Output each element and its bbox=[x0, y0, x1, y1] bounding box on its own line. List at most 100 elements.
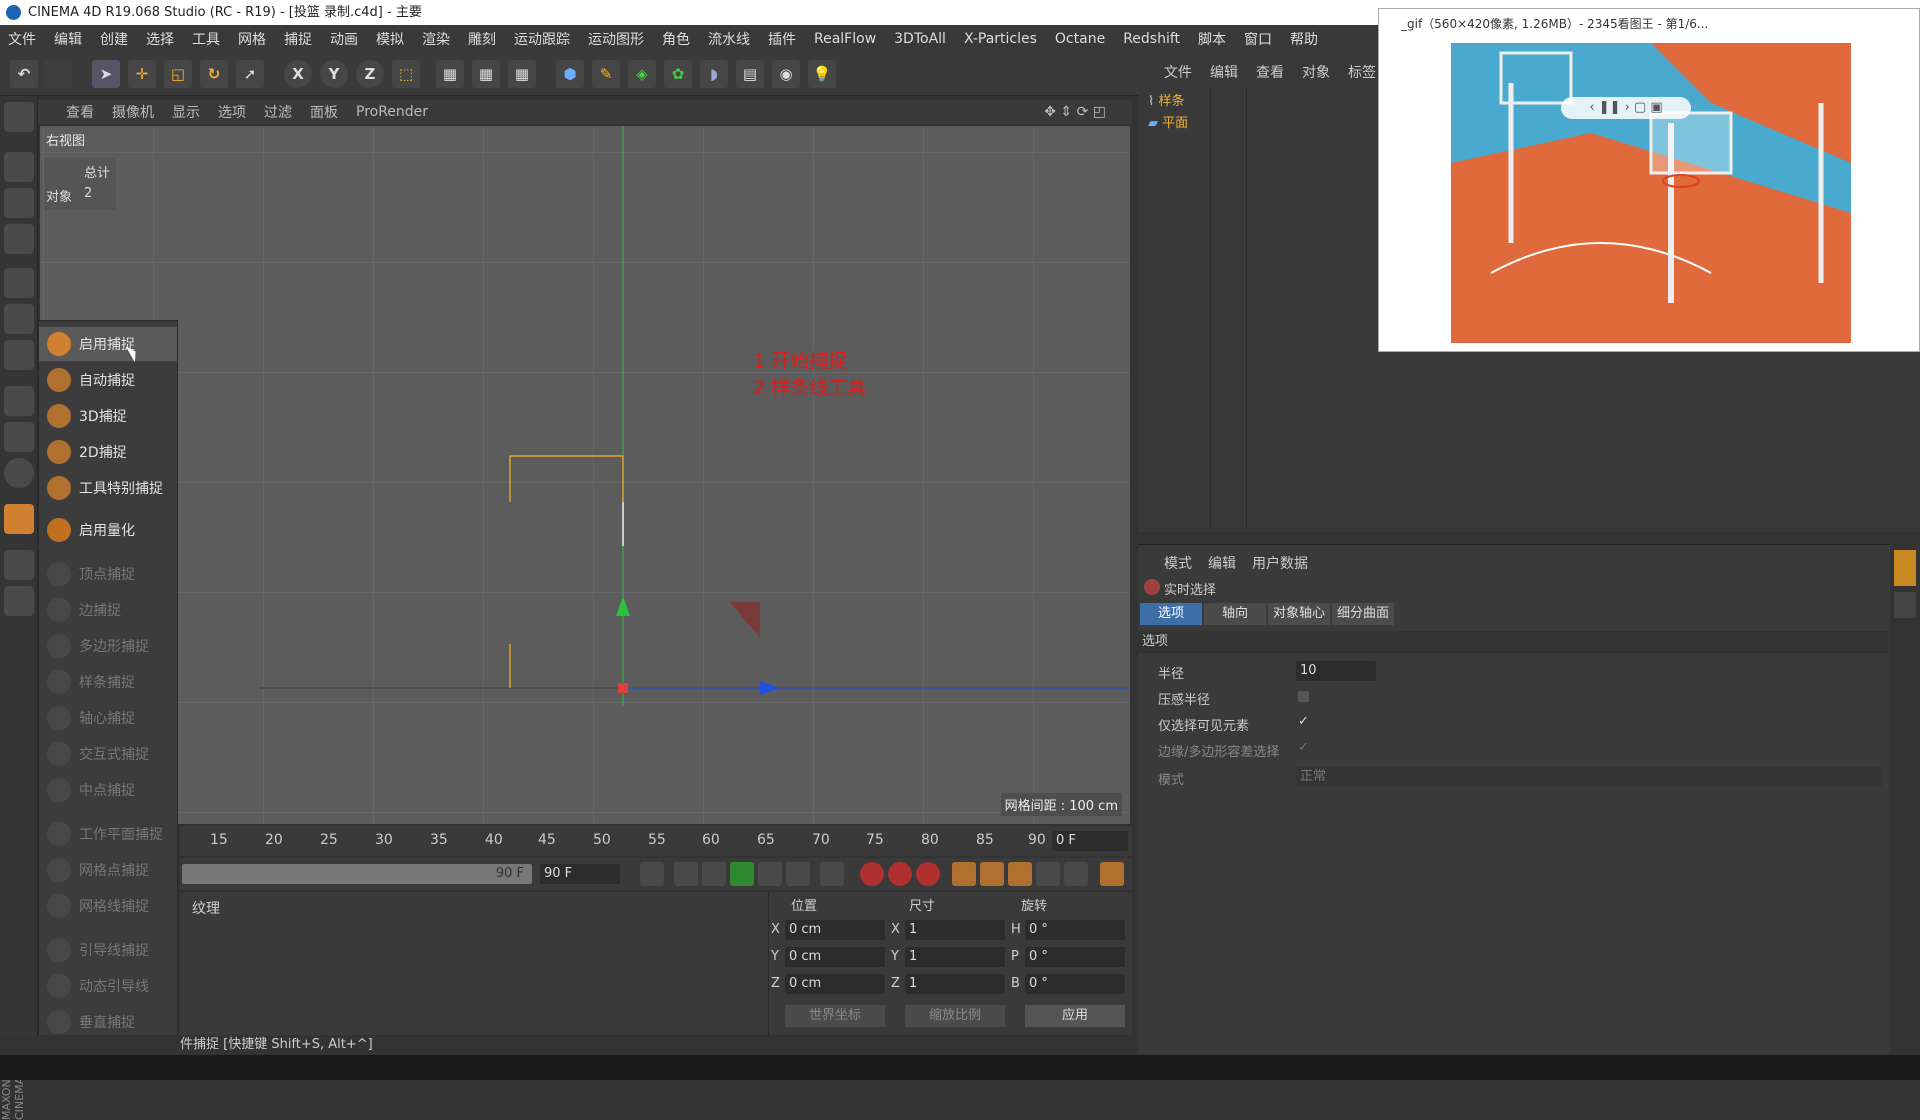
mode-dropdown[interactable]: 正常 bbox=[1296, 767, 1882, 787]
object-row-plane[interactable]: ▰ 平面 bbox=[1148, 112, 1288, 132]
viewport-menu-cameras[interactable]: 摄像机 bbox=[112, 102, 154, 122]
next-key-icon[interactable] bbox=[786, 862, 810, 886]
menu-help[interactable]: 帮助 bbox=[1290, 29, 1318, 49]
snap-item-grid-point[interactable]: 网格点捕捉 bbox=[39, 853, 177, 887]
next-frame-icon[interactable] bbox=[758, 862, 782, 886]
attr-menu-userdata[interactable]: 用户数据 bbox=[1252, 553, 1308, 573]
keyframe-selection-icon[interactable] bbox=[916, 862, 940, 886]
snap-item-polygon[interactable]: 多边形捕捉 bbox=[39, 629, 177, 663]
menu-render[interactable]: 渲染 bbox=[422, 29, 450, 49]
snap-item-axis[interactable]: 轴心捕捉 bbox=[39, 701, 177, 735]
menu-animate[interactable]: 动画 bbox=[330, 29, 358, 49]
y-axis-lock-button[interactable]: Y bbox=[320, 60, 348, 88]
timeline-window-icon[interactable] bbox=[1100, 862, 1124, 886]
mograph-cloner-icon[interactable]: ✿ bbox=[664, 60, 692, 88]
viewport-menu-panel[interactable]: 面板 bbox=[310, 102, 338, 122]
make-editable-icon[interactable] bbox=[4, 102, 34, 132]
snap-item-tool[interactable]: 工具特别捕捉 bbox=[39, 471, 177, 505]
undo-icon[interactable]: ↶ bbox=[10, 60, 38, 88]
menu-redshift[interactable]: Redshift bbox=[1123, 31, 1180, 47]
lock-workplane-icon[interactable] bbox=[4, 586, 34, 616]
snap-item-auto[interactable]: 自动捕捉 bbox=[39, 363, 177, 397]
attributes-side-tab[interactable] bbox=[1894, 550, 1916, 586]
current-frame-field[interactable]: 0 F bbox=[1052, 831, 1128, 851]
menu-edit[interactable]: 编辑 bbox=[54, 29, 82, 49]
snap-item-workplane[interactable]: 工作平面捕捉 bbox=[39, 817, 177, 851]
menu-tools[interactable]: 工具 bbox=[192, 29, 220, 49]
viewport-menu-options[interactable]: 选项 bbox=[218, 102, 246, 122]
snap-item-3d[interactable]: 3D捕捉 bbox=[39, 399, 177, 433]
x-axis-lock-button[interactable]: X bbox=[284, 60, 312, 88]
layers-side-tab[interactable] bbox=[1894, 592, 1916, 618]
render-view-icon[interactable]: ▦ bbox=[436, 60, 464, 88]
workplane-icon[interactable] bbox=[4, 550, 34, 580]
scale-tool-icon[interactable]: ◱ bbox=[164, 60, 192, 88]
snap-item-quantize[interactable]: 启用量化 bbox=[39, 513, 177, 547]
scale-dropdown[interactable]: 缩放比例 bbox=[905, 1005, 1005, 1027]
snap-item-edge[interactable]: 边捕捉 bbox=[39, 593, 177, 627]
om-menu-objects[interactable]: 对象 bbox=[1302, 62, 1330, 82]
move-tool-icon[interactable]: ✛ bbox=[128, 60, 156, 88]
pos-z-field[interactable]: 0 cm bbox=[785, 974, 885, 994]
camera-icon[interactable]: ◉ bbox=[772, 60, 800, 88]
timeline-ruler[interactable]: 15 20 25 30 35 40 45 50 55 60 65 70 75 8… bbox=[180, 826, 1132, 856]
pen-spline-icon[interactable]: ✎ bbox=[592, 60, 620, 88]
snap-item-guide[interactable]: 引导线捕捉 bbox=[39, 933, 177, 967]
snap-item-enable[interactable]: 启用捕捉 bbox=[39, 327, 177, 361]
snap-item-intersection[interactable]: 交互式捕捉 bbox=[39, 737, 177, 771]
om-menu-view[interactable]: 查看 bbox=[1256, 62, 1284, 82]
auto-key-icon[interactable] bbox=[888, 862, 912, 886]
key-scale-icon[interactable] bbox=[980, 862, 1004, 886]
edges-mode-icon[interactable] bbox=[4, 304, 34, 334]
record-icon[interactable] bbox=[860, 862, 884, 886]
object-row-spline[interactable]: ⌇ 样条 bbox=[1148, 90, 1288, 110]
menu-realflow[interactable]: RealFlow bbox=[814, 31, 876, 47]
snap-item-vertex[interactable]: 顶点捕捉 bbox=[39, 557, 177, 591]
snap-item-grid-line[interactable]: 网格线捕捉 bbox=[39, 889, 177, 923]
menu-file[interactable]: 文件 bbox=[8, 29, 36, 49]
tab-options[interactable]: 选项 bbox=[1140, 603, 1202, 625]
viewer-controls[interactable]: ‹ ❚❚ › ▢ ▣ bbox=[1561, 97, 1691, 119]
prev-key-icon[interactable] bbox=[674, 862, 698, 886]
subdivision-icon[interactable]: ◈ bbox=[628, 60, 656, 88]
world-coords-dropdown[interactable]: 世界坐标 bbox=[785, 1005, 885, 1027]
polygons-mode-icon[interactable] bbox=[4, 340, 34, 370]
viewport-menu-view[interactable]: 查看 bbox=[66, 102, 94, 122]
menu-motion-tracker[interactable]: 运动跟踪 bbox=[514, 29, 570, 49]
floor-icon[interactable]: ▤ bbox=[736, 60, 764, 88]
goto-end-icon[interactable] bbox=[820, 862, 844, 886]
tab-object-axis[interactable]: 对象轴心 bbox=[1268, 603, 1330, 625]
viewport-menu-display[interactable]: 显示 bbox=[172, 102, 200, 122]
menu-pipeline[interactable]: 流水线 bbox=[708, 29, 750, 49]
pressure-radius-checkbox[interactable] bbox=[1298, 691, 1309, 702]
prev-frame-icon[interactable] bbox=[702, 862, 726, 886]
select-tool-icon[interactable]: ➤ bbox=[92, 60, 120, 88]
om-menu-tags[interactable]: 标签 bbox=[1348, 62, 1376, 82]
model-mode-icon[interactable] bbox=[4, 152, 34, 182]
coordinate-system-icon[interactable]: ⬚ bbox=[392, 60, 420, 88]
snap-item-2d[interactable]: 2D捕捉 bbox=[39, 435, 177, 469]
viewport[interactable]: 右视图 网格间距 : 100 cm 1 开始捕捉 2 样条线工具 bbox=[40, 126, 1130, 824]
menu-snap[interactable]: 捕捉 bbox=[284, 29, 312, 49]
light-icon[interactable]: 💡 bbox=[808, 60, 836, 88]
rotate-tool-icon[interactable]: ↻ bbox=[200, 60, 228, 88]
live-select-icon[interactable]: ➚ bbox=[236, 60, 264, 88]
menu-3dtoall[interactable]: 3DToAll bbox=[894, 31, 946, 47]
snap-item-midpoint[interactable]: 中点捕捉 bbox=[39, 773, 177, 807]
pos-x-field[interactable]: 0 cm bbox=[785, 920, 885, 940]
menu-window[interactable]: 窗口 bbox=[1244, 29, 1272, 49]
viewport-menu-prorender[interactable]: ProRender bbox=[356, 104, 428, 120]
rot-b-field[interactable]: 0 ° bbox=[1025, 974, 1125, 994]
size-x-field[interactable]: 1 bbox=[905, 920, 1005, 940]
axis-mode-icon[interactable] bbox=[4, 386, 34, 416]
viewport-menu-filter[interactable]: 过滤 bbox=[264, 102, 292, 122]
render-settings-icon[interactable]: ▦ bbox=[508, 60, 536, 88]
workplane-mode-icon[interactable] bbox=[4, 224, 34, 254]
deformer-icon[interactable]: ◗ bbox=[700, 60, 728, 88]
menu-simulate[interactable]: 模拟 bbox=[376, 29, 404, 49]
visible-only-checkbox[interactable]: ✓ bbox=[1298, 714, 1309, 729]
key-rotation-icon[interactable] bbox=[1008, 862, 1032, 886]
menu-mesh[interactable]: 网格 bbox=[238, 29, 266, 49]
menu-sculpt[interactable]: 雕刻 bbox=[468, 29, 496, 49]
texture-mode-icon[interactable] bbox=[4, 188, 34, 218]
